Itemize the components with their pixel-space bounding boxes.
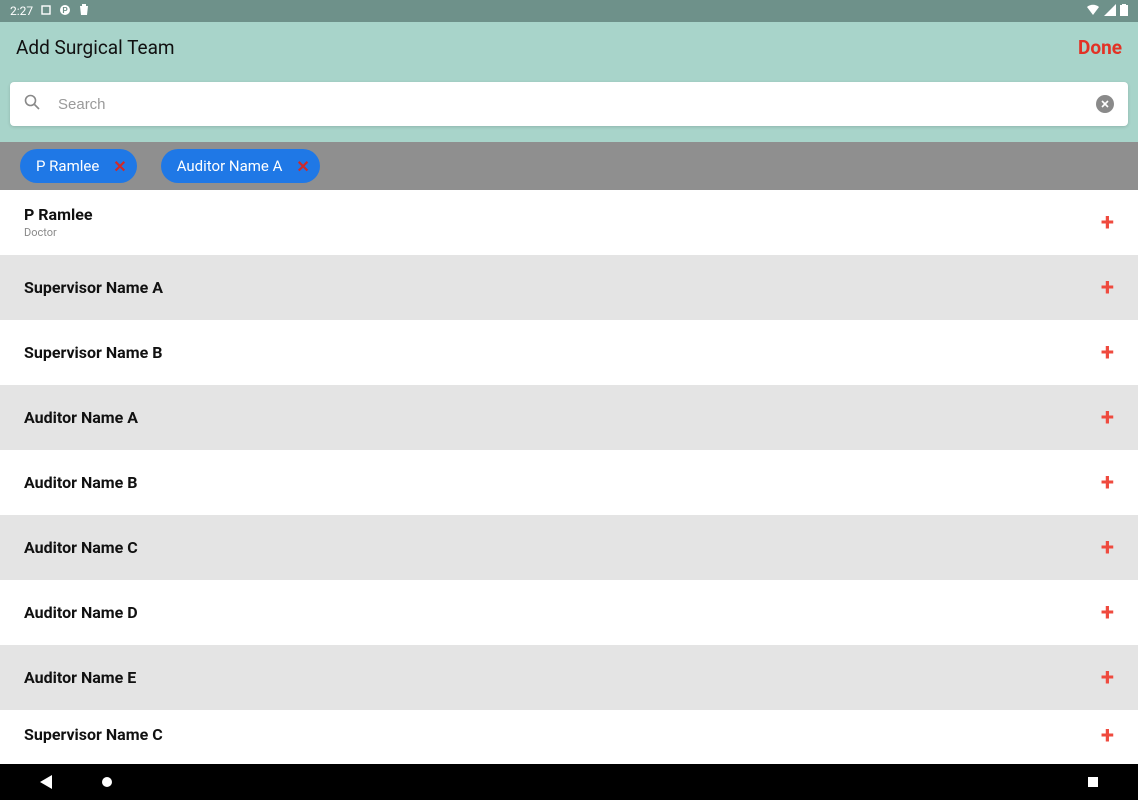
list-item[interactable]: Auditor Name C + xyxy=(0,515,1138,580)
person-name: Supervisor Name B xyxy=(24,343,162,362)
list-item[interactable]: P Ramlee Doctor + xyxy=(0,190,1138,255)
nav-back-icon[interactable] xyxy=(40,775,52,789)
person-list[interactable]: P Ramlee Doctor + Supervisor Name A + Su… xyxy=(0,190,1138,764)
chip-label: Auditor Name A xyxy=(177,157,283,175)
wifi-icon xyxy=(1086,4,1100,19)
battery-icon xyxy=(1120,4,1128,19)
list-item[interactable]: Supervisor Name C + xyxy=(0,710,1138,760)
person-subtitle: Doctor xyxy=(24,226,92,239)
list-item[interactable]: Auditor Name A + xyxy=(0,385,1138,450)
add-button[interactable]: + xyxy=(1101,535,1114,559)
add-button[interactable]: + xyxy=(1101,723,1114,747)
person-name: Supervisor Name C xyxy=(24,725,163,744)
search-icon xyxy=(24,94,40,114)
add-button[interactable]: + xyxy=(1101,665,1114,689)
add-button[interactable]: + xyxy=(1101,210,1114,234)
svg-text:P: P xyxy=(62,6,68,15)
search-container xyxy=(0,72,1138,142)
chip-auditor-name-a[interactable]: Auditor Name A ✕ xyxy=(161,149,320,183)
add-button[interactable]: + xyxy=(1101,600,1114,624)
person-name: Auditor Name A xyxy=(24,408,138,427)
app-bar: Add Surgical Team Done xyxy=(0,22,1138,72)
add-button[interactable]: + xyxy=(1101,470,1114,494)
list-item[interactable]: Auditor Name B + xyxy=(0,450,1138,515)
done-button[interactable]: Done xyxy=(1078,36,1122,59)
list-item[interactable]: Auditor Name E + xyxy=(0,645,1138,710)
person-name: Auditor Name C xyxy=(24,538,138,557)
chip-remove-icon[interactable]: ✕ xyxy=(113,157,126,176)
person-name: P Ramlee xyxy=(24,205,92,224)
person-name: Auditor Name D xyxy=(24,603,138,622)
circle-p-icon: P xyxy=(59,4,71,19)
list-item[interactable]: Supervisor Name B + xyxy=(0,320,1138,385)
search-box[interactable] xyxy=(10,82,1128,126)
status-time: 2:27 xyxy=(10,4,33,18)
trash-icon xyxy=(79,4,89,19)
android-nav-bar xyxy=(0,764,1138,800)
nav-recent-icon[interactable] xyxy=(1088,777,1098,787)
person-name: Supervisor Name A xyxy=(24,278,163,297)
clear-search-icon[interactable] xyxy=(1096,95,1114,113)
add-button[interactable]: + xyxy=(1101,275,1114,299)
person-name: Auditor Name E xyxy=(24,668,136,687)
list-item[interactable]: Supervisor Name A + xyxy=(0,255,1138,320)
person-name: Auditor Name B xyxy=(24,473,137,492)
signal-icon xyxy=(1104,4,1116,19)
square-icon xyxy=(41,4,51,18)
chip-remove-icon[interactable]: ✕ xyxy=(296,157,309,176)
page-title: Add Surgical Team xyxy=(16,36,175,59)
add-button[interactable]: + xyxy=(1101,340,1114,364)
chip-label: P Ramlee xyxy=(36,157,99,175)
nav-home-icon[interactable] xyxy=(102,777,112,787)
chip-p-ramlee[interactable]: P Ramlee ✕ xyxy=(20,149,137,183)
status-bar: 2:27 P xyxy=(0,0,1138,22)
add-button[interactable]: + xyxy=(1101,405,1114,429)
search-input[interactable] xyxy=(58,96,1078,113)
selected-chip-bar: P Ramlee ✕ Auditor Name A ✕ xyxy=(0,142,1138,190)
list-item[interactable]: Auditor Name D + xyxy=(0,580,1138,645)
